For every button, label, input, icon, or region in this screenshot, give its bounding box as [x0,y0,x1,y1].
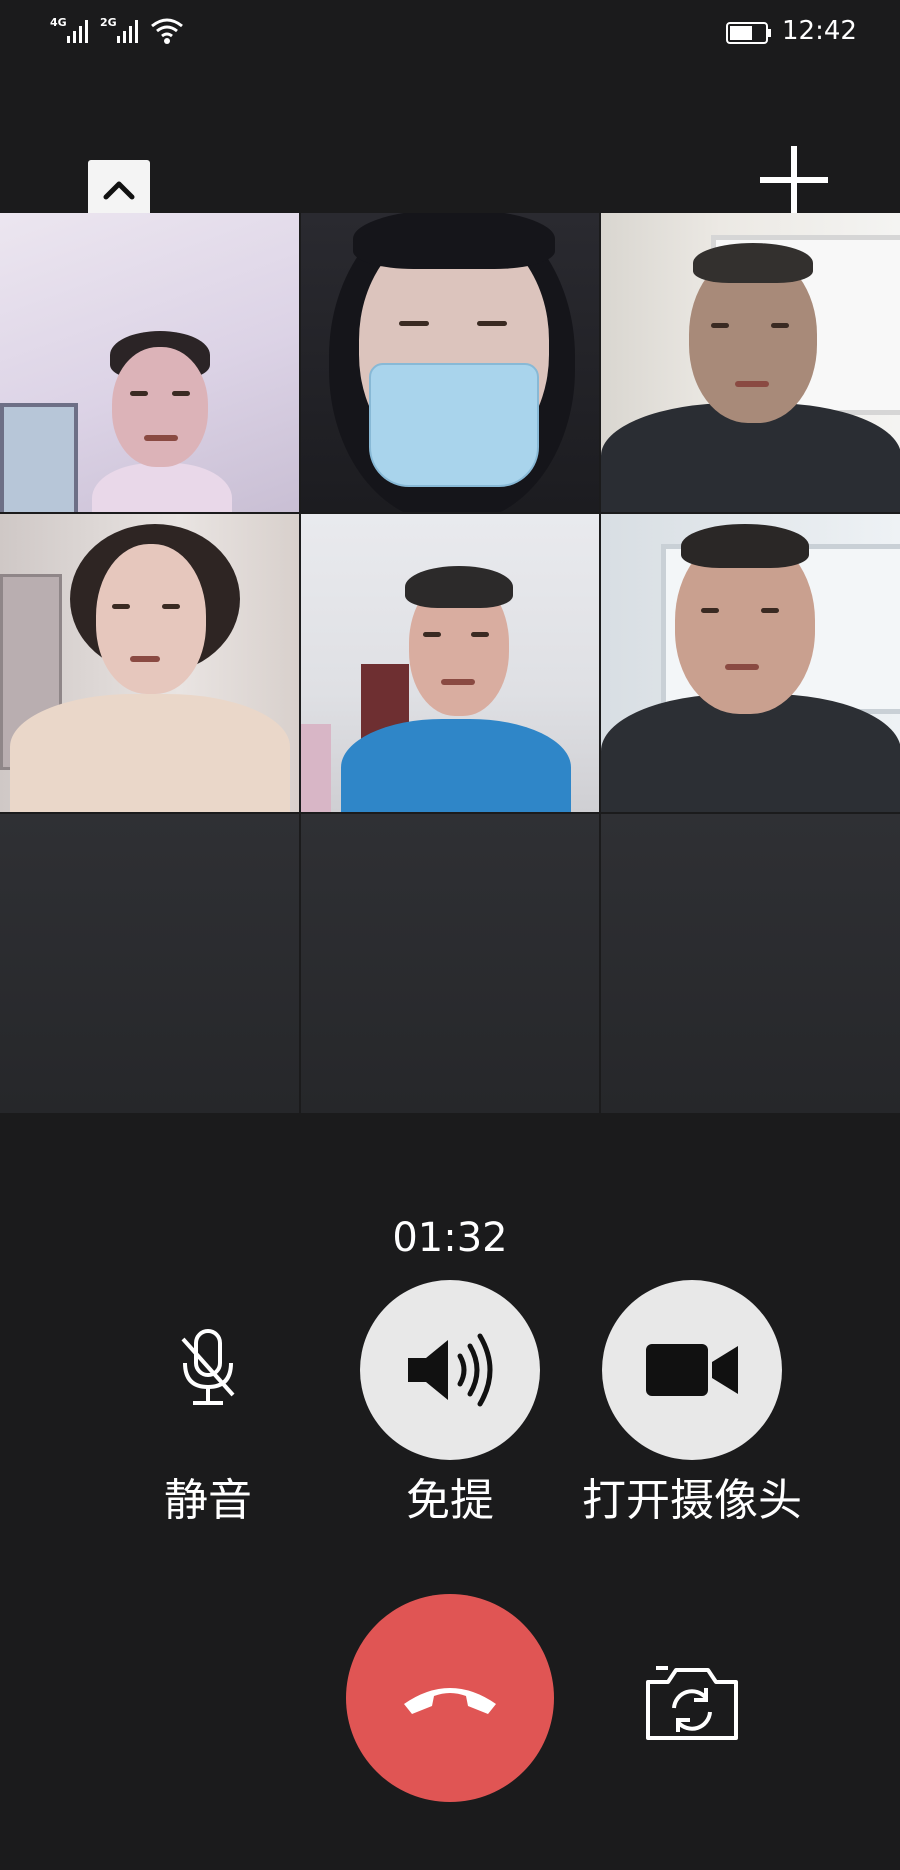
participant-video-tile[interactable] [601,213,900,512]
chevron-up-icon [103,181,135,200]
status-time: 12:42 [782,16,857,46]
network-type-label: 2G [100,16,117,29]
plus-icon [760,146,828,214]
signal-icon [67,20,88,43]
collapse-button[interactable] [88,160,150,220]
empty-participant-slot [300,814,600,1113]
camera-flip-icon[interactable] [644,1662,740,1742]
speaker-label: 免提 [406,1475,494,1526]
mute-label: 静音 [164,1475,252,1526]
wifi-icon [151,18,183,44]
empty-participant-slot [0,814,299,1113]
battery-icon [726,22,771,44]
mute-button[interactable]: 静音 [88,1280,328,1526]
speaker-icon [408,1333,493,1407]
participant-video-tile[interactable] [601,513,900,813]
camera-label: 打开摄像头 [582,1475,802,1526]
call-duration: 01:32 [392,1215,508,1261]
signal-icon [117,20,138,43]
empty-participant-slot [601,814,900,1113]
speaker-button-circle[interactable] [360,1280,540,1460]
hangup-button[interactable] [346,1594,554,1802]
participant-grid [0,213,900,1113]
status-bar: 4G 2G 12:42 [0,0,900,70]
participant-video-tile[interactable] [300,513,600,813]
camera-button-circle[interactable] [602,1280,782,1460]
participant-video-tile[interactable] [300,213,600,512]
participant-video-tile[interactable] [0,513,299,813]
video-camera-icon [646,1344,738,1396]
participant-video-tile[interactable] [0,213,299,512]
camera-toggle-button[interactable]: 打开摄像头 [572,1280,812,1526]
speaker-button[interactable]: 免提 [330,1280,570,1526]
mute-button-circle[interactable] [118,1280,298,1460]
add-participant-button[interactable] [758,144,830,216]
network-type-label: 4G [50,16,67,29]
mic-off-icon [181,1329,235,1405]
phone-hangup-icon [404,1688,496,1714]
